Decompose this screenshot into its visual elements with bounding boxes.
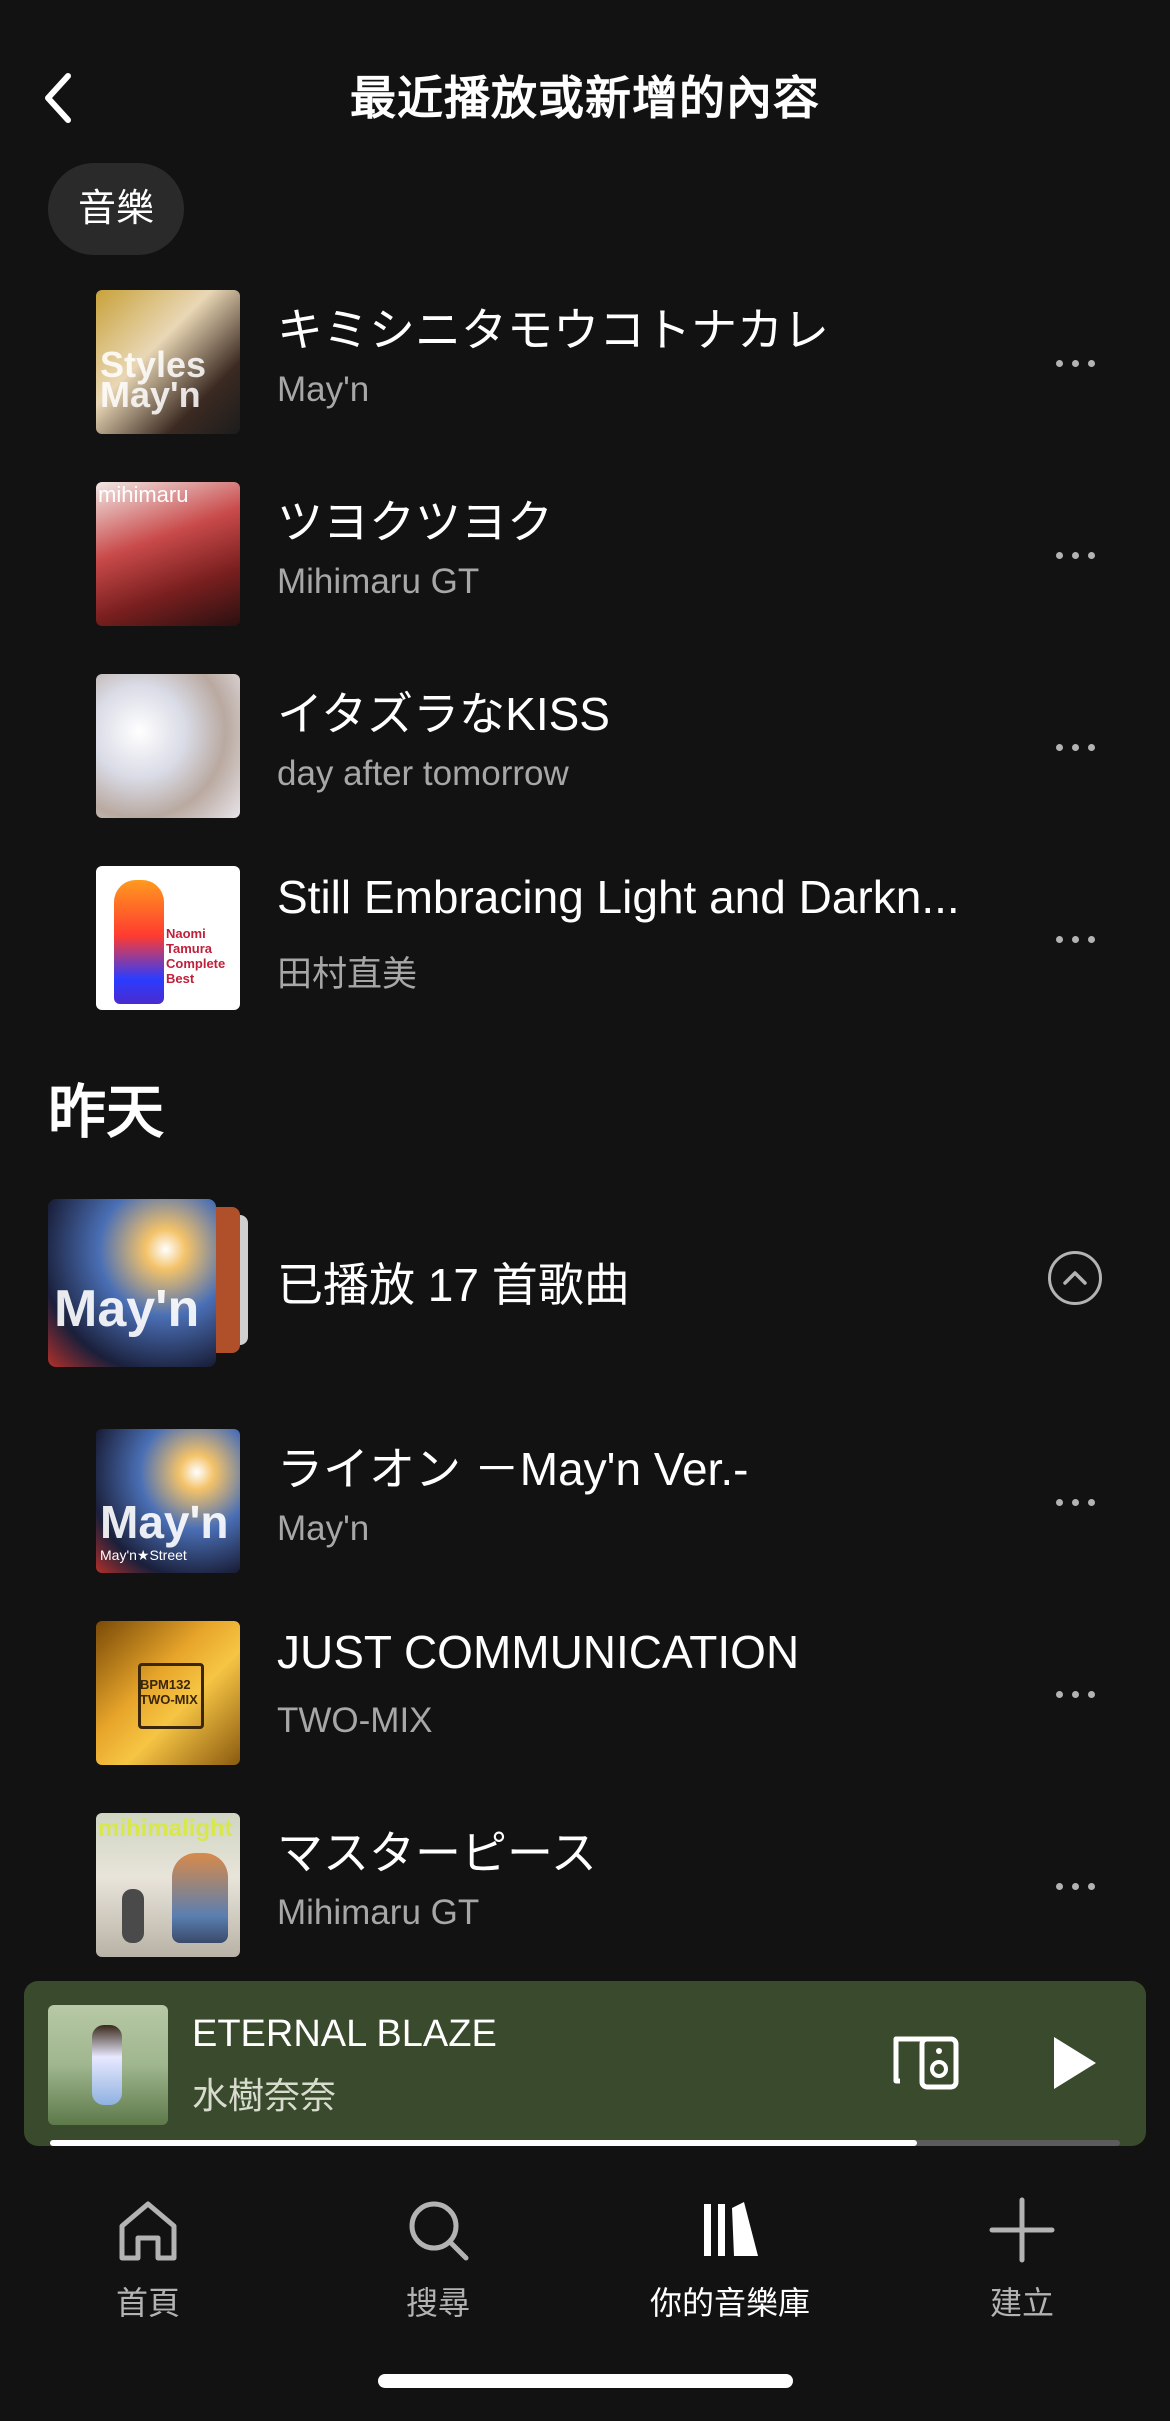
now-playing-artist: 水樹奈奈	[192, 2075, 337, 2116]
cover-text: Styles May'n	[100, 344, 207, 415]
more-options-button[interactable]	[1035, 914, 1115, 964]
tab-search[interactable]: 搜尋	[318, 2170, 558, 2321]
album-cover: May'n May'n★Street	[96, 1429, 240, 1573]
track-row[interactable]: mihimaru ツヨクツヨク Mihimaru GT	[0, 480, 1170, 630]
track-title: マスターピース	[277, 1827, 597, 1879]
track-title: ライオン －May'n Ver.-	[277, 1443, 749, 1495]
more-options-button[interactable]	[1035, 1669, 1115, 1719]
track-artist: Mihimaru GT	[277, 562, 480, 601]
cover-text: mihimaru	[98, 482, 189, 507]
more-options-button[interactable]	[1035, 722, 1115, 772]
tab-label: 首頁	[115, 2285, 180, 2321]
library-icon	[704, 2202, 758, 2256]
more-options-button[interactable]	[1035, 338, 1115, 388]
now-playing-bar[interactable]: ETERNAL BLAZE 水樹奈奈	[24, 1981, 1146, 2146]
album-cover: mihimaru	[96, 482, 240, 626]
more-options-button[interactable]	[1035, 1861, 1115, 1911]
track-artist: May'n	[277, 1509, 370, 1548]
playback-progress-fill	[50, 2140, 917, 2146]
track-row[interactable]: Styles May'n キミシニタモウコトナカレ May'n	[0, 288, 1170, 438]
played-group[interactable]: May'n 已播放 17 首歌曲	[0, 1195, 1170, 1375]
cover-text: mihimalight	[98, 1815, 233, 1842]
play-button[interactable]	[1032, 2023, 1112, 2103]
header: 最近播放或新增的內容	[0, 0, 1170, 200]
tab-label: 建立	[989, 2285, 1054, 2321]
track-artist: Mihimaru GT	[277, 1893, 480, 1932]
now-playing-title: ETERNAL BLAZE	[192, 2013, 497, 2055]
album-cover: Styles May'n	[96, 290, 240, 434]
cover-text: May'n	[100, 1496, 229, 1548]
track-row[interactable]: Naomi Tamura Complete Best Still Embraci…	[0, 864, 1170, 1014]
section-title: 昨天	[48, 1080, 165, 1145]
track-artist: May'n	[277, 370, 370, 409]
cover-text: BPM132 TWO-MIX	[140, 1677, 198, 1707]
cover-text: May'n	[54, 1280, 200, 1338]
track-title: Still Embracing Light and Darkn...	[277, 871, 960, 923]
home-icon	[119, 2201, 177, 2261]
tab-home[interactable]: 首頁	[28, 2170, 268, 2321]
tab-create[interactable]: 建立	[902, 2170, 1142, 2321]
playback-progress[interactable]	[50, 2140, 1120, 2146]
track-row[interactable]: BPM132 TWO-MIX JUST COMMUNICATION TWO-MI…	[0, 1619, 1170, 1769]
search-icon	[409, 2201, 469, 2261]
track-row[interactable]: イタズラなKISS day after tomorrow	[0, 672, 1170, 822]
album-cover: mihimalight	[96, 1813, 240, 1957]
play-icon	[1054, 2037, 1096, 2089]
track-artist: TWO-MIX	[277, 1701, 433, 1740]
album-cover: Naomi Tamura Complete Best	[96, 866, 240, 1010]
cover-text: Naomi Tamura Complete Best	[166, 926, 226, 986]
tab-label: 你的音樂庫	[649, 2285, 810, 2321]
filter-chip-music[interactable]: 音樂	[48, 163, 185, 255]
devices-icon	[893, 2036, 959, 2090]
more-options-button[interactable]	[1035, 530, 1115, 580]
track-title: ツヨクツヨク	[277, 496, 553, 548]
group-title: 已播放 17 首歌曲	[277, 1259, 630, 1311]
track-artist: 田村直美	[277, 955, 418, 994]
collapse-button[interactable]	[1048, 1251, 1102, 1305]
chevron-up-icon	[1063, 1271, 1087, 1285]
album-cover: BPM132 TWO-MIX	[96, 1621, 240, 1765]
track-row[interactable]: May'n May'n★Street ライオン －May'n Ver.- May…	[0, 1427, 1170, 1577]
bottom-tab-bar: 首頁 搜尋 你的音樂庫 建立	[0, 2170, 1170, 2360]
track-artist: day after tomorrow	[277, 754, 569, 793]
page-title: 最近播放或新增的內容	[350, 72, 820, 124]
now-playing-cover	[48, 2005, 168, 2125]
plus-icon	[989, 2197, 1055, 2263]
track-title: キミシニタモウコトナカレ	[277, 304, 829, 356]
tab-label: 搜尋	[405, 2285, 470, 2321]
connect-devices-button[interactable]	[886, 2023, 966, 2103]
track-row[interactable]: mihimalight マスターピース Mihimaru GT	[0, 1811, 1170, 1961]
home-indicator	[378, 2374, 793, 2388]
tab-library[interactable]: 你的音樂庫	[610, 2170, 850, 2321]
cover-text: May'n★Street	[100, 1547, 187, 1563]
group-cover: May'n	[48, 1199, 216, 1367]
track-title: JUST COMMUNICATION	[277, 1626, 800, 1678]
track-title: イタズラなKISS	[277, 688, 610, 740]
album-cover	[96, 674, 240, 818]
more-options-button[interactable]	[1035, 1477, 1115, 1527]
